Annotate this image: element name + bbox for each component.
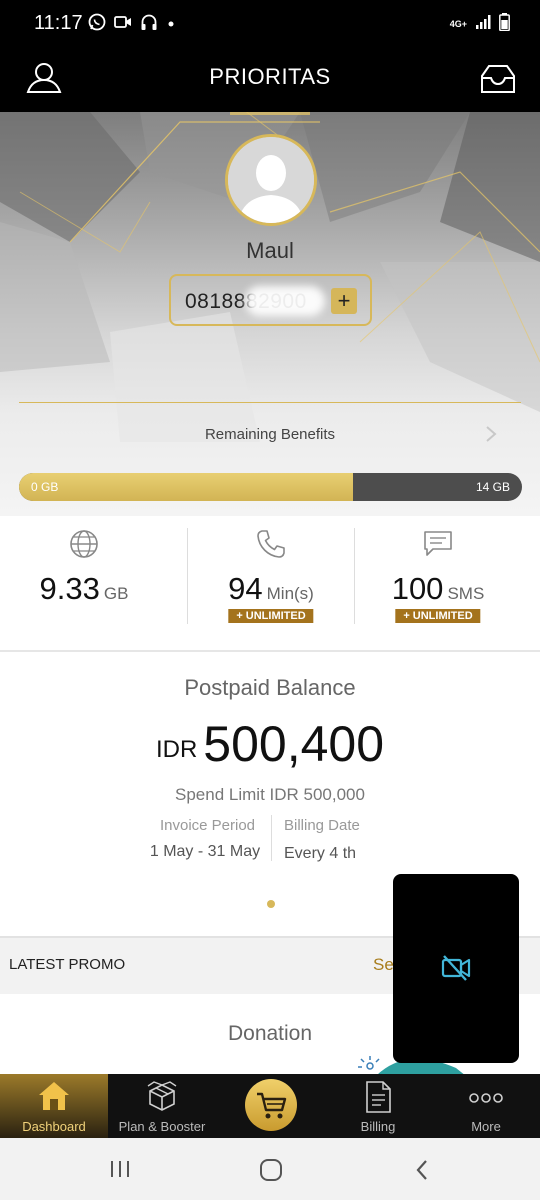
recent-apps-icon[interactable] <box>108 1159 132 1179</box>
quota-max-label: 14 GB <box>475 480 510 494</box>
unlimited-badge: + UNLIMITED <box>228 609 314 623</box>
dot-icon <box>166 16 176 34</box>
billing-date-value: Every 4 th <box>284 845 357 862</box>
more-icon <box>469 1093 503 1103</box>
divider <box>271 815 272 861</box>
bill-icon <box>366 1081 391 1113</box>
data-value: 9.33 <box>39 571 100 606</box>
system-navigation-bar <box>0 1138 540 1200</box>
user-silhouette-icon <box>228 137 314 223</box>
nav-label: More <box>471 1119 501 1134</box>
inbox-icon <box>481 65 515 93</box>
box-icon <box>147 1081 177 1111</box>
user-name: Maul <box>246 238 294 263</box>
sms-value: 100 <box>391 571 444 606</box>
sms-icon <box>424 531 452 556</box>
see-all-link[interactable]: Se <box>373 955 394 975</box>
add-number-button[interactable]: + <box>331 288 357 314</box>
cart-icon <box>257 1092 287 1119</box>
quota-min-label: 0 GB <box>31 480 59 494</box>
status-bar: 11:17 4G+ <box>0 0 540 48</box>
page-title: PRIORITAS <box>209 64 331 89</box>
quota-progress-bar: 0 GB 14 GB <box>19 473 522 501</box>
data-unit: GB <box>103 584 129 603</box>
remaining-benefits-link[interactable]: Remaining Benefits <box>0 426 540 443</box>
network-type: 4G+ <box>449 19 467 29</box>
avatar[interactable] <box>225 134 317 226</box>
invoice-period-value: 1 May - 31 May <box>149 843 261 860</box>
balance-amount-row: IDR 500,400 <box>0 715 540 773</box>
phone-icon <box>257 530 285 558</box>
latest-promo-title: LATEST PROMO <box>9 956 126 973</box>
voice-unit: Min(s) <box>266 584 314 603</box>
divider <box>19 402 521 403</box>
nav-more[interactable]: More <box>432 1074 540 1138</box>
balance-amount: 500,400 <box>203 716 385 772</box>
unlimited-badge: + UNLIMITED <box>395 609 481 623</box>
voice-value: 94 <box>228 571 263 606</box>
balance-title: Postpaid Balance <box>184 675 356 700</box>
unlimited-badge-label: UNLIMITED <box>412 610 473 622</box>
camera-off-icon[interactable] <box>441 954 471 982</box>
status-time: 11:17 <box>34 12 83 34</box>
nav-label: Dashboard <box>22 1119 86 1134</box>
video-call-overlay[interactable] <box>393 874 519 1063</box>
nav-label: Plan & Booster <box>118 1119 206 1134</box>
app-header: PRIORITAS <box>0 48 540 112</box>
spend-limit: Spend Limit IDR 500,000 <box>175 785 365 804</box>
whatsapp-icon <box>88 13 106 36</box>
nav-cart-button[interactable] <box>245 1079 297 1131</box>
headset-icon <box>140 13 158 36</box>
phone-number-box[interactable]: 0818882900 + <box>169 274 372 326</box>
invoice-period-label: Invoice Period <box>159 817 256 834</box>
battery-icon <box>499 13 510 36</box>
unlimited-badge-label: UNLIMITED <box>245 610 306 622</box>
signal-icon <box>475 14 491 35</box>
video-call-icon <box>114 15 132 34</box>
chevron-right-icon[interactable] <box>484 424 498 444</box>
billing-date-label: Billing Date <box>284 817 360 834</box>
sms-unit: SMS <box>447 584 485 603</box>
back-icon[interactable] <box>414 1158 430 1182</box>
carousel-indicator[interactable] <box>267 900 275 908</box>
number-blur-overlay <box>245 286 325 316</box>
quota-progress-fill <box>19 473 354 501</box>
benefit-stats: 9.33 GB 94 Min(s) + UNLIMITED 100 SMS + UNL… <box>0 516 540 650</box>
nav-dashboard[interactable]: Dashboard <box>0 1074 108 1138</box>
inbox-button[interactable] <box>478 62 518 96</box>
home-icon <box>39 1082 69 1110</box>
globe-icon <box>70 530 98 558</box>
data-stat[interactable]: 9.33 GB <box>0 516 168 650</box>
sms-stat[interactable]: 100 SMS + UNLIMITED <box>354 516 522 650</box>
home-nav-icon[interactable] <box>259 1158 283 1182</box>
balance-currency: IDR <box>155 736 198 763</box>
divider <box>0 650 540 652</box>
nav-label: Billing <box>360 1119 396 1134</box>
nav-billing[interactable]: Billing <box>324 1074 432 1138</box>
voice-stat[interactable]: 94 Min(s) + UNLIMITED <box>187 516 355 650</box>
nav-plan-booster[interactable]: Plan & Booster <box>108 1074 216 1138</box>
